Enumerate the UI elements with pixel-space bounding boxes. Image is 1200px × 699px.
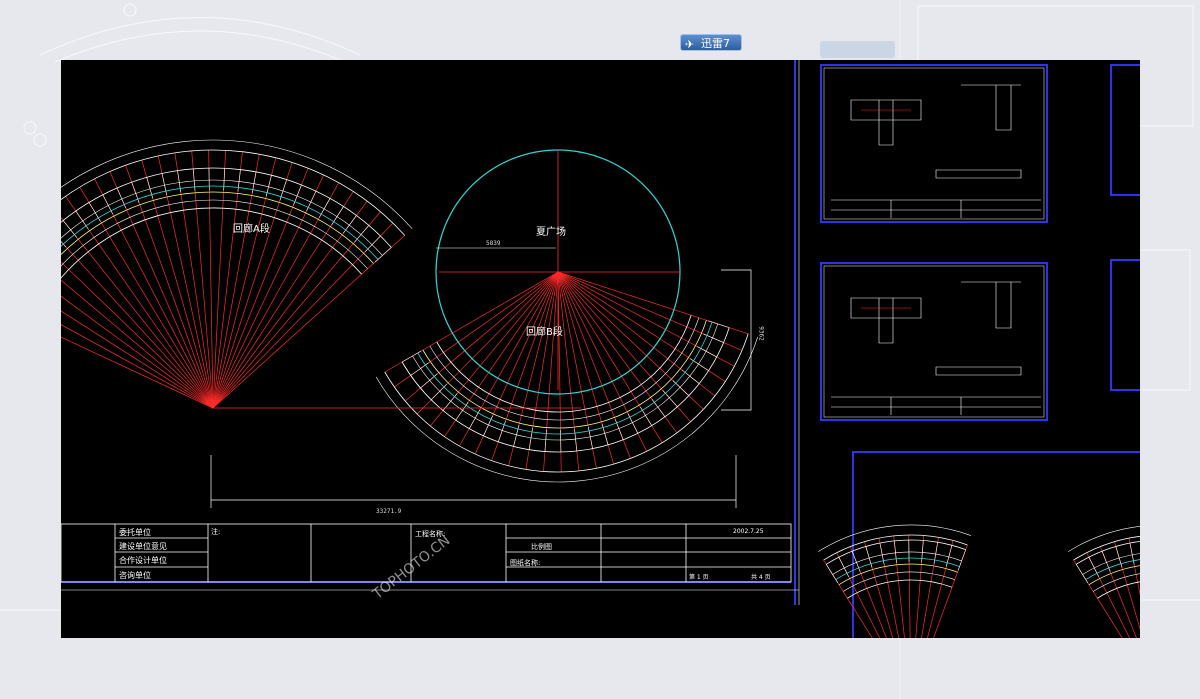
- dim-bottom: 33271.9: [376, 508, 402, 515]
- dim-right: 9362: [757, 326, 765, 341]
- mini-fan-1: [818, 524, 971, 638]
- mini-fan-2: [1068, 526, 1140, 638]
- dim-radius: 5839: [486, 240, 501, 247]
- tb-row-2: 建设单位意见: [119, 542, 167, 551]
- tb-drawing: 图纸名称:: [510, 559, 541, 567]
- drawing-frame: [61, 60, 800, 605]
- bird-icon: ✈: [685, 38, 695, 51]
- badge-label: 迅雷7: [701, 37, 730, 50]
- fan-b: [375, 271, 759, 483]
- tb-row-3: 合作设计单位: [119, 556, 167, 565]
- plaza-label: 夏广场: [536, 227, 566, 238]
- cad-viewport[interactable]: 回廊A段 回廊B段 夏广场 33271.9 5839 9362 委托单位 建设单…: [61, 60, 1140, 638]
- sheet-thumbnails: [818, 64, 1140, 638]
- tb-total: 共 4 页: [751, 574, 771, 581]
- cad-drawing: [61, 60, 1140, 638]
- xunlei-badge[interactable]: ✈ 迅雷7: [680, 34, 742, 51]
- tb-sheet: 第 1 页: [689, 574, 709, 581]
- fan-a: [61, 139, 413, 409]
- arc-b-label: 回廊B段: [526, 327, 563, 338]
- ghost-badge: [820, 41, 895, 58]
- tb-row-1: 委托单位: [119, 528, 151, 537]
- tb-row-4: 咨询单位: [119, 571, 151, 580]
- tb-note: 注:: [211, 528, 221, 536]
- arc-a-label: 回廊A段: [233, 224, 270, 235]
- tb-scale: 比例图: [531, 543, 552, 551]
- tb-date: 2002.7.25: [733, 528, 764, 535]
